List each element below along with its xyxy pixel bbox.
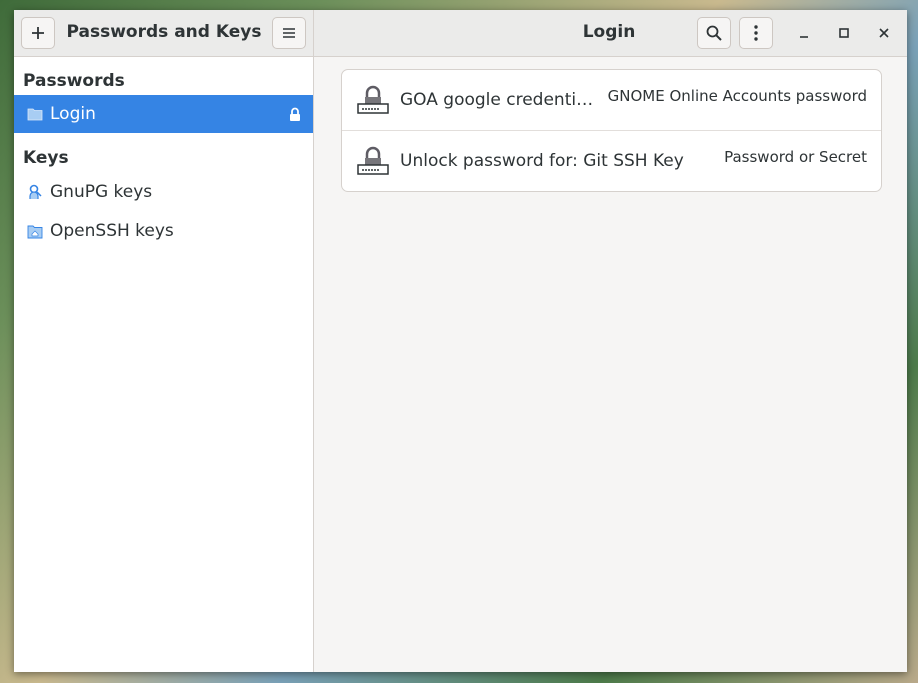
app-title: Passwords and Keys [66,22,262,42]
item-type: Password or Secret [724,148,867,166]
item-name: Unlock password for: Git SSH Key [400,151,684,171]
add-button[interactable] [21,17,55,49]
item-name: GOA google credential… [400,90,602,110]
minimize-button[interactable] [794,23,814,43]
item-type: GNOME Online Accounts password [607,87,867,105]
lock-icon [289,107,301,122]
folder-icon [27,106,43,122]
more-options-button[interactable] [739,17,773,49]
sidebar-item-openssh-keys[interactable]: OpenSSH keys [14,212,313,250]
sidebar-item-label: Login [50,104,96,124]
password-lock-icon [357,146,389,175]
password-lock-icon [357,85,389,114]
minimize-icon [800,36,808,38]
sidebar-header: Passwords and Keys [14,10,313,57]
section-title-passwords: Passwords [23,71,125,91]
sidebar-item-label: GnuPG keys [50,182,153,202]
sidebar-item-label: OpenSSH keys [50,221,174,241]
main-menu-button[interactable] [272,17,306,49]
close-icon [879,28,889,38]
openssh-folder-icon [27,223,43,239]
list-item[interactable]: Unlock password for: Git SSH Key Passwor… [342,130,881,191]
page-title: Login [582,22,636,42]
search-button[interactable] [697,17,731,49]
password-list: GOA google credential… GNOME Online Acco… [341,69,882,192]
main-pane: Login GOA google credential… GNOME Onlin… [314,10,907,672]
vertical-dots-icon [754,25,758,41]
maximize-icon [839,28,849,38]
sidebar-item-login[interactable]: Login [14,95,313,133]
maximize-button[interactable] [834,23,854,43]
sidebar-item-gnupg-keys[interactable]: GnuPG keys [14,173,313,211]
list-item[interactable]: GOA google credential… GNOME Online Acco… [342,70,881,130]
plus-icon [32,27,44,39]
sidebar: Passwords and Keys Passwords Login Keys … [14,10,314,672]
hamburger-icon [283,28,295,38]
section-title-keys: Keys [23,148,69,168]
gnupg-key-icon [27,184,43,200]
search-icon [706,25,722,41]
close-button[interactable] [874,23,894,43]
app-window: Passwords and Keys Passwords Login Keys … [14,10,907,672]
main-header: Login [314,10,907,57]
